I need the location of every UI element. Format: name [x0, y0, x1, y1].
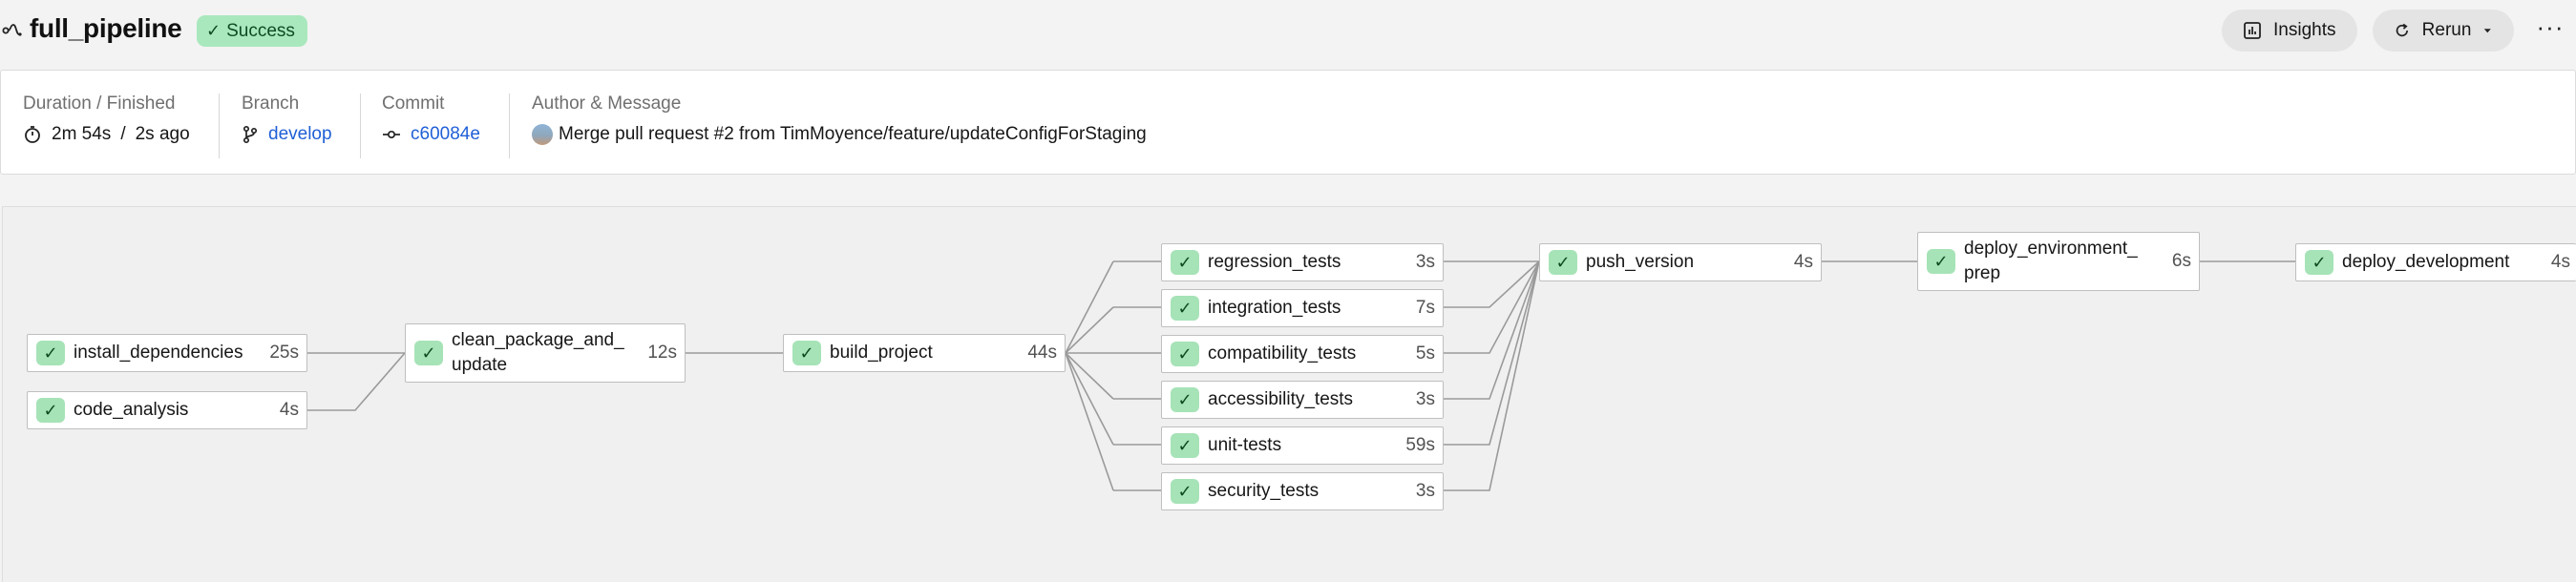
- insights-button-label: Insights: [2273, 20, 2336, 40]
- rerun-button[interactable]: Rerun: [2373, 10, 2514, 52]
- status-badge: ✓ Success: [197, 15, 307, 47]
- pipeline-info-card: Duration / Finished 2m 54s / 2s ago Bran…: [0, 70, 2576, 175]
- divider: [219, 94, 220, 158]
- pipeline-icon: [2, 24, 22, 36]
- commit-hash: c60084e: [411, 124, 480, 144]
- job-unit-tests[interactable]: ✓ unit-tests 59s: [1161, 426, 1444, 465]
- job-regression-tests[interactable]: ✓ regression_tests 3s: [1161, 243, 1444, 281]
- job-name: install_dependencies: [74, 343, 243, 363]
- divider: [360, 94, 361, 158]
- job-name: compatibility_tests: [1208, 343, 1357, 364]
- job-name-line: clean_package_and_: [452, 330, 624, 350]
- check-icon: ✓: [414, 341, 443, 365]
- job-name: integration_tests: [1208, 298, 1341, 318]
- job-code-analysis[interactable]: ✓ code_analysis 4s: [27, 391, 307, 429]
- job-name: deploy_development: [2342, 252, 2510, 272]
- job-install-dependencies[interactable]: ✓ install_dependencies 25s: [27, 334, 307, 372]
- job-deploy-environment-prep[interactable]: ✓ deploy_environment_ prep 6s: [1917, 232, 2200, 291]
- job-deploy-development[interactable]: ✓ deploy_development 4s: [2295, 243, 2576, 281]
- branch-label: Branch: [242, 94, 300, 114]
- job-name: code_analysis: [74, 400, 189, 420]
- check-icon: ✓: [1171, 387, 1199, 412]
- finished-text: 2s ago: [135, 124, 190, 144]
- job-name: accessibility_tests: [1208, 389, 1354, 409]
- avatar: [532, 124, 553, 145]
- bar-chart-icon: [2244, 22, 2261, 39]
- job-duration: 4s: [1793, 252, 1813, 272]
- check-icon: ✓: [1171, 250, 1199, 275]
- more-options-button[interactable]: ···: [2535, 14, 2565, 44]
- duration-label: Duration / Finished: [23, 94, 176, 114]
- commit-link[interactable]: c60084e: [382, 124, 480, 145]
- check-icon: ✓: [2305, 250, 2333, 275]
- refresh-icon: [2396, 23, 2408, 37]
- job-security-tests[interactable]: ✓ security_tests 3s: [1161, 472, 1444, 510]
- commit-label: Commit: [382, 94, 445, 114]
- job-duration: 12s: [647, 343, 677, 363]
- job-name: deploy_environment_ prep: [1964, 237, 2138, 286]
- check-icon: ✓: [36, 398, 65, 423]
- job-duration: 6s: [2171, 251, 2191, 271]
- git-commit-icon: [383, 130, 400, 139]
- chevron-down-icon: [2484, 29, 2492, 33]
- check-icon: ✓: [1549, 250, 1577, 275]
- job-accessibility-tests[interactable]: ✓ accessibility_tests 3s: [1161, 381, 1444, 419]
- duration-text: 2m 54s: [52, 124, 112, 144]
- duration-value: 2m 54s / 2s ago: [23, 124, 190, 145]
- job-name-line: prep: [1964, 263, 2001, 283]
- divider: [509, 94, 510, 158]
- commit-message: Merge pull request #2 from TimMoyence/fe…: [532, 124, 1147, 145]
- timer-icon: [25, 126, 40, 143]
- status-badge-label: Success: [226, 20, 295, 41]
- check-icon: ✓: [792, 341, 821, 365]
- job-integration-tests[interactable]: ✓ integration_tests 7s: [1161, 289, 1444, 327]
- job-duration: 44s: [1027, 343, 1057, 363]
- job-push-version[interactable]: ✓ push_version 4s: [1539, 243, 1822, 281]
- author-label: Author & Message: [532, 94, 682, 114]
- check-icon: ✓: [1171, 479, 1199, 504]
- pipeline-header: full_pipeline ✓ Success Insights Rerun ·…: [0, 0, 2576, 63]
- check-icon: ✓: [36, 341, 65, 365]
- job-compatibility-tests[interactable]: ✓ compatibility_tests 5s: [1161, 335, 1444, 373]
- commit-message-text: Merge pull request #2 from TimMoyence/fe…: [559, 124, 1147, 144]
- job-duration: 4s: [2550, 252, 2570, 272]
- job-name: unit-tests: [1208, 435, 1282, 455]
- check-icon: ✓: [1171, 433, 1199, 458]
- check-icon: ✓: [1171, 342, 1199, 366]
- branch-link[interactable]: develop: [242, 124, 332, 145]
- job-duration: 3s: [1415, 252, 1435, 272]
- job-duration: 7s: [1415, 298, 1435, 318]
- job-clean-package-and-update[interactable]: ✓ clean_package_and_ update 12s: [405, 323, 686, 383]
- check-icon: ✓: [206, 21, 222, 40]
- rerun-button-label: Rerun: [2421, 20, 2472, 40]
- job-name-line: deploy_environment_: [1964, 239, 2138, 259]
- job-name: build_project: [830, 343, 933, 363]
- job-build-project[interactable]: ✓ build_project 44s: [783, 334, 1066, 372]
- job-name: clean_package_and_ update: [452, 328, 624, 378]
- check-icon: ✓: [1171, 296, 1199, 321]
- page-title: full_pipeline: [30, 13, 182, 43]
- insights-button[interactable]: Insights: [2222, 10, 2357, 52]
- job-name: push_version: [1586, 252, 1695, 272]
- job-duration: 3s: [1415, 481, 1435, 501]
- job-duration: 4s: [279, 400, 299, 420]
- git-branch-icon: [243, 125, 258, 144]
- branch-name: develop: [268, 124, 332, 144]
- job-duration: 25s: [269, 343, 299, 363]
- check-icon: ✓: [1927, 249, 1955, 274]
- job-duration: 5s: [1415, 343, 1435, 364]
- job-name-line: update: [452, 355, 508, 375]
- duration-divider: /: [120, 124, 126, 144]
- job-duration: 59s: [1405, 435, 1435, 455]
- job-name: regression_tests: [1208, 252, 1341, 272]
- job-name: security_tests: [1208, 481, 1320, 501]
- job-duration: 3s: [1415, 389, 1435, 409]
